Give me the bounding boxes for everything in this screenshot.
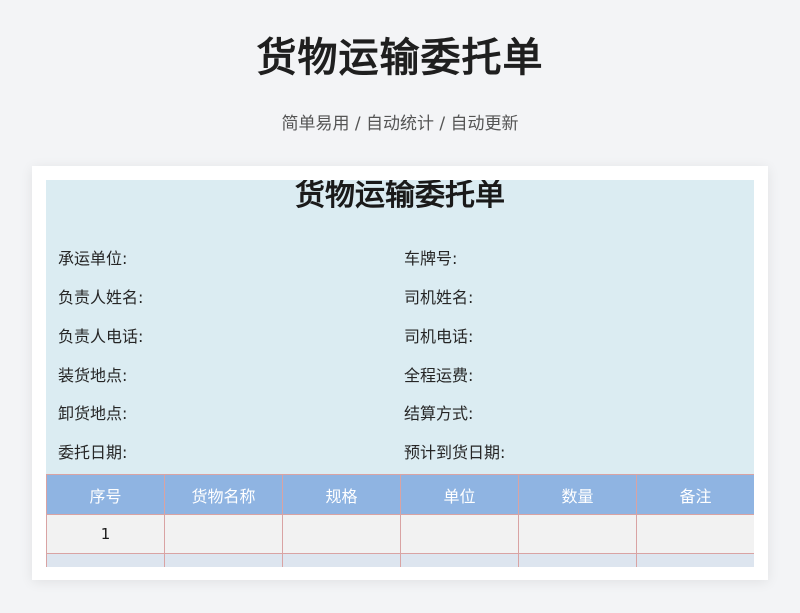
column-header-goods-name: 货物名称 [164, 474, 283, 515]
spreadsheet-preview: 货物运输委托单 承运单位: 负责人姓名: 负责人电话: 装货地点: 卸货地点: … [46, 180, 754, 567]
page-subtitle: 简单易用 / 自动统计 / 自动更新 [281, 114, 519, 134]
field-label-carrier: 承运单位: [58, 249, 128, 268]
page-title: 货物运输委托单 [256, 35, 544, 81]
sheet-title: 货物运输委托单 [295, 180, 505, 213]
table-cell: 2 [46, 553, 165, 567]
field-label-total-freight: 全程运费: [404, 366, 474, 385]
goods-table: 序号 货物名称 规格 单位 数量 备注 1 2 [46, 474, 754, 567]
table-cell [282, 514, 401, 554]
field-label-unloading-place: 卸货地点: [58, 404, 128, 423]
field-label-loading-place: 装货地点: [58, 366, 128, 385]
field-label-driver-name: 司机姓名: [404, 288, 474, 307]
column-header-unit: 单位 [400, 474, 519, 515]
table-cell [518, 553, 637, 567]
column-header-quantity: 数量 [518, 474, 637, 515]
table-cell [636, 553, 754, 567]
column-header-spec: 规格 [282, 474, 401, 515]
table-cell [164, 553, 283, 567]
field-label-manager-name: 负责人姓名: [58, 288, 144, 307]
field-label-expected-arrival: 预计到货日期: [404, 443, 506, 462]
table-cell [400, 514, 519, 554]
table-header-row: 序号 货物名称 规格 单位 数量 备注 [46, 474, 754, 515]
field-label-driver-phone: 司机电话: [404, 327, 474, 346]
table-row: 2 [46, 553, 754, 567]
field-label-plate-number: 车牌号: [404, 249, 458, 268]
field-label-entrust-date: 委托日期: [58, 443, 128, 462]
template-preview-card: 货物运输委托单 承运单位: 负责人姓名: 负责人电话: 装货地点: 卸货地点: … [32, 166, 768, 580]
field-label-manager-phone: 负责人电话: [58, 327, 144, 346]
form-header-panel: 货物运输委托单 承运单位: 负责人姓名: 负责人电话: 装货地点: 卸货地点: … [46, 180, 754, 474]
column-header-index: 序号 [46, 474, 165, 515]
table-row: 1 [46, 514, 754, 554]
table-cell [164, 514, 283, 554]
field-label-settlement-method: 结算方式: [404, 404, 474, 423]
table-cell [636, 514, 754, 554]
table-cell [400, 553, 519, 567]
table-cell [282, 553, 401, 567]
table-cell [518, 514, 637, 554]
table-cell: 1 [46, 514, 165, 554]
column-header-remarks: 备注 [636, 474, 754, 515]
